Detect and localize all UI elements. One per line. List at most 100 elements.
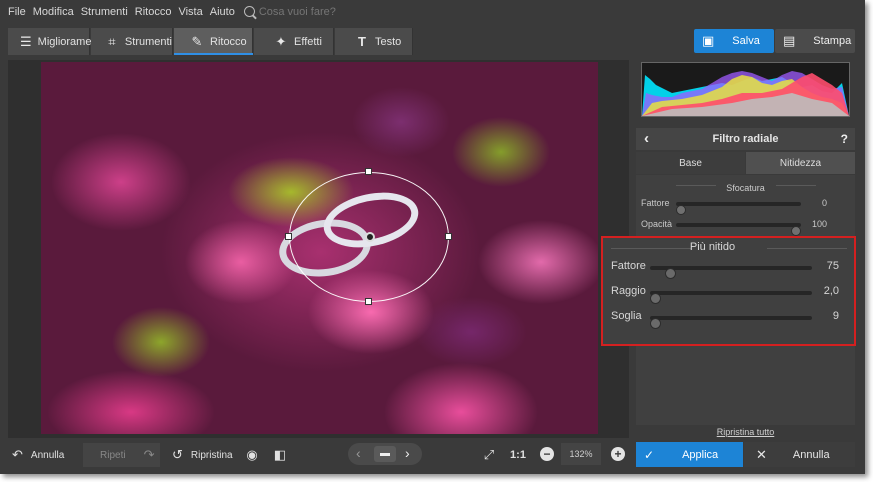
close-icon: ✕ [756, 446, 767, 462]
slider-value: 0 [821, 198, 827, 208]
eye-icon[interactable]: ◉ [244, 443, 260, 467]
slider-sharpen-soglia: Soglia 9 [603, 310, 854, 329]
slider-thumb[interactable] [650, 293, 661, 304]
tab-label: Effetti [294, 35, 322, 48]
folder-icon[interactable]: ▬ [374, 446, 396, 462]
filter-handle-top[interactable] [365, 168, 372, 175]
filter-handle-bottom[interactable] [365, 298, 372, 305]
sharpen-section-title: Più nitido [689, 241, 736, 253]
slider-label: Raggio [611, 285, 646, 297]
search-icon [243, 5, 255, 17]
reset-icon: ↺ [172, 447, 183, 462]
reset-all-link[interactable]: Ripristina tutto [636, 427, 855, 437]
tab-label: Ritocco [210, 35, 247, 48]
tab-label: Strumenti [124, 35, 172, 48]
apply-label: Applica [682, 448, 719, 461]
slider-value: 75 [826, 260, 839, 272]
cancel-button[interactable]: ✕ Annulla [744, 442, 855, 467]
sharpen-section-highlight: Più nitido Fattore 75 Raggio 2,0 Soglia … [601, 236, 856, 346]
magic-wand-icon: ✦ [275, 33, 287, 49]
slider-track[interactable] [650, 266, 812, 279]
zoom-level-field[interactable]: 132% [561, 443, 601, 465]
sliders-icon: ☰ [20, 33, 32, 49]
divider [767, 248, 847, 249]
tab-effetti[interactable]: ✦ Effetti [254, 28, 334, 55]
help-icon[interactable]: ? [841, 132, 848, 146]
canvas-area[interactable] [8, 60, 629, 438]
chevron-left-icon[interactable]: ‹ [644, 130, 649, 147]
panel-header: ‹ Filtro radiale ? [636, 128, 855, 150]
slider-label: Soglia [611, 310, 642, 322]
cancel-label: Annulla [792, 448, 830, 461]
floppy-disk-icon: ▣ [702, 33, 715, 48]
redo-label: Ripeti [100, 449, 126, 461]
slider-label: Fattore [611, 260, 646, 272]
histogram [641, 62, 850, 117]
slider-sharpen-fattore: Fattore 75 [603, 260, 854, 279]
fit-screen-icon[interactable]: ⤢ [481, 443, 497, 467]
undo-label: Annulla [30, 449, 65, 461]
menu-bar: File Modifica Strumenti Ritocco Vista Ai… [0, 0, 865, 24]
redo-icon: ↷ [143, 447, 155, 462]
tab-testo[interactable]: T Testo [335, 28, 413, 55]
slider-track[interactable] [650, 316, 812, 329]
divider [776, 185, 816, 186]
slider-value: 9 [832, 310, 839, 322]
text-icon: T [358, 34, 366, 49]
zoom-out-icon[interactable]: − [540, 447, 554, 461]
slider-label: Opacità [641, 219, 673, 229]
reset-button[interactable]: ↺ Ripristina [172, 443, 240, 467]
photo-flowers-rings[interactable] [41, 62, 598, 434]
menu-strumenti[interactable]: Strumenti [81, 6, 128, 18]
brush-icon: ✎ [191, 33, 203, 49]
compare-icon[interactable]: ◧ [272, 443, 288, 467]
slider-track[interactable] [650, 291, 812, 304]
slider-value: 2,0 [823, 285, 839, 297]
blur-section-title: Sfocatura [726, 183, 765, 193]
menu-file[interactable]: File [8, 6, 26, 18]
active-tab-indicator [174, 53, 253, 55]
filter-handle-right[interactable] [445, 233, 452, 240]
menu-aiuto[interactable]: Aiuto [210, 6, 235, 18]
apply-button[interactable]: ✓ Applica [636, 442, 743, 467]
tab-miglioramento[interactable]: ☰ Miglioramento [8, 28, 107, 55]
printer-icon: ▤ [783, 33, 796, 48]
zoom-one-to-one-button[interactable]: 1:1 [509, 443, 527, 467]
chevron-left-icon[interactable]: ‹ [356, 445, 361, 461]
tab-ritocco[interactable]: ✎ Ritocco [174, 28, 253, 55]
slider-thumb[interactable] [676, 205, 686, 215]
menu-ritocco[interactable]: Ritocco [135, 6, 172, 18]
slider-thumb[interactable] [791, 226, 801, 236]
search-input[interactable] [258, 6, 379, 18]
slider-blur-fattore: Fattore 0 [636, 196, 855, 215]
slider-track[interactable] [676, 202, 801, 215]
tab-strumenti[interactable]: ⌗ Strumenti [91, 28, 173, 55]
slider-thumb[interactable] [650, 318, 661, 329]
subtab-base[interactable]: Base [636, 152, 745, 174]
crop-icon: ⌗ [108, 33, 116, 49]
slider-track[interactable] [676, 223, 801, 236]
save-label: Salva [732, 35, 760, 47]
subtab-nitidezza[interactable]: Nitidezza [746, 152, 855, 174]
undo-icon: ↶ [12, 447, 23, 462]
tab-label: Testo [375, 35, 402, 48]
slider-label: Fattore [641, 198, 670, 208]
chevron-right-icon[interactable]: › [405, 445, 410, 461]
redo-button[interactable]: Ripeti ↷ [83, 443, 160, 467]
histogram-graph [642, 71, 849, 116]
app-window: File Modifica Strumenti Ritocco Vista Ai… [0, 0, 865, 474]
image-navigation: ‹ ▬ › [348, 443, 422, 465]
filter-handle-left[interactable] [285, 233, 292, 240]
check-icon: ✓ [644, 447, 655, 462]
zoom-in-icon[interactable]: + [611, 447, 625, 461]
undo-button[interactable]: ↶ Annulla [12, 443, 80, 467]
filter-center-handle[interactable] [365, 232, 375, 242]
menu-modifica[interactable]: Modifica [33, 6, 74, 18]
print-button[interactable]: ▤ Stampa [775, 29, 855, 53]
slider-sharpen-raggio: Raggio 2,0 [603, 285, 854, 304]
menu-vista[interactable]: Vista [178, 6, 202, 18]
reset-label: Ripristina [190, 449, 233, 461]
slider-thumb[interactable] [665, 268, 676, 279]
save-button[interactable]: ▣ Salva [694, 29, 774, 53]
slider-value: 100 [811, 219, 827, 229]
